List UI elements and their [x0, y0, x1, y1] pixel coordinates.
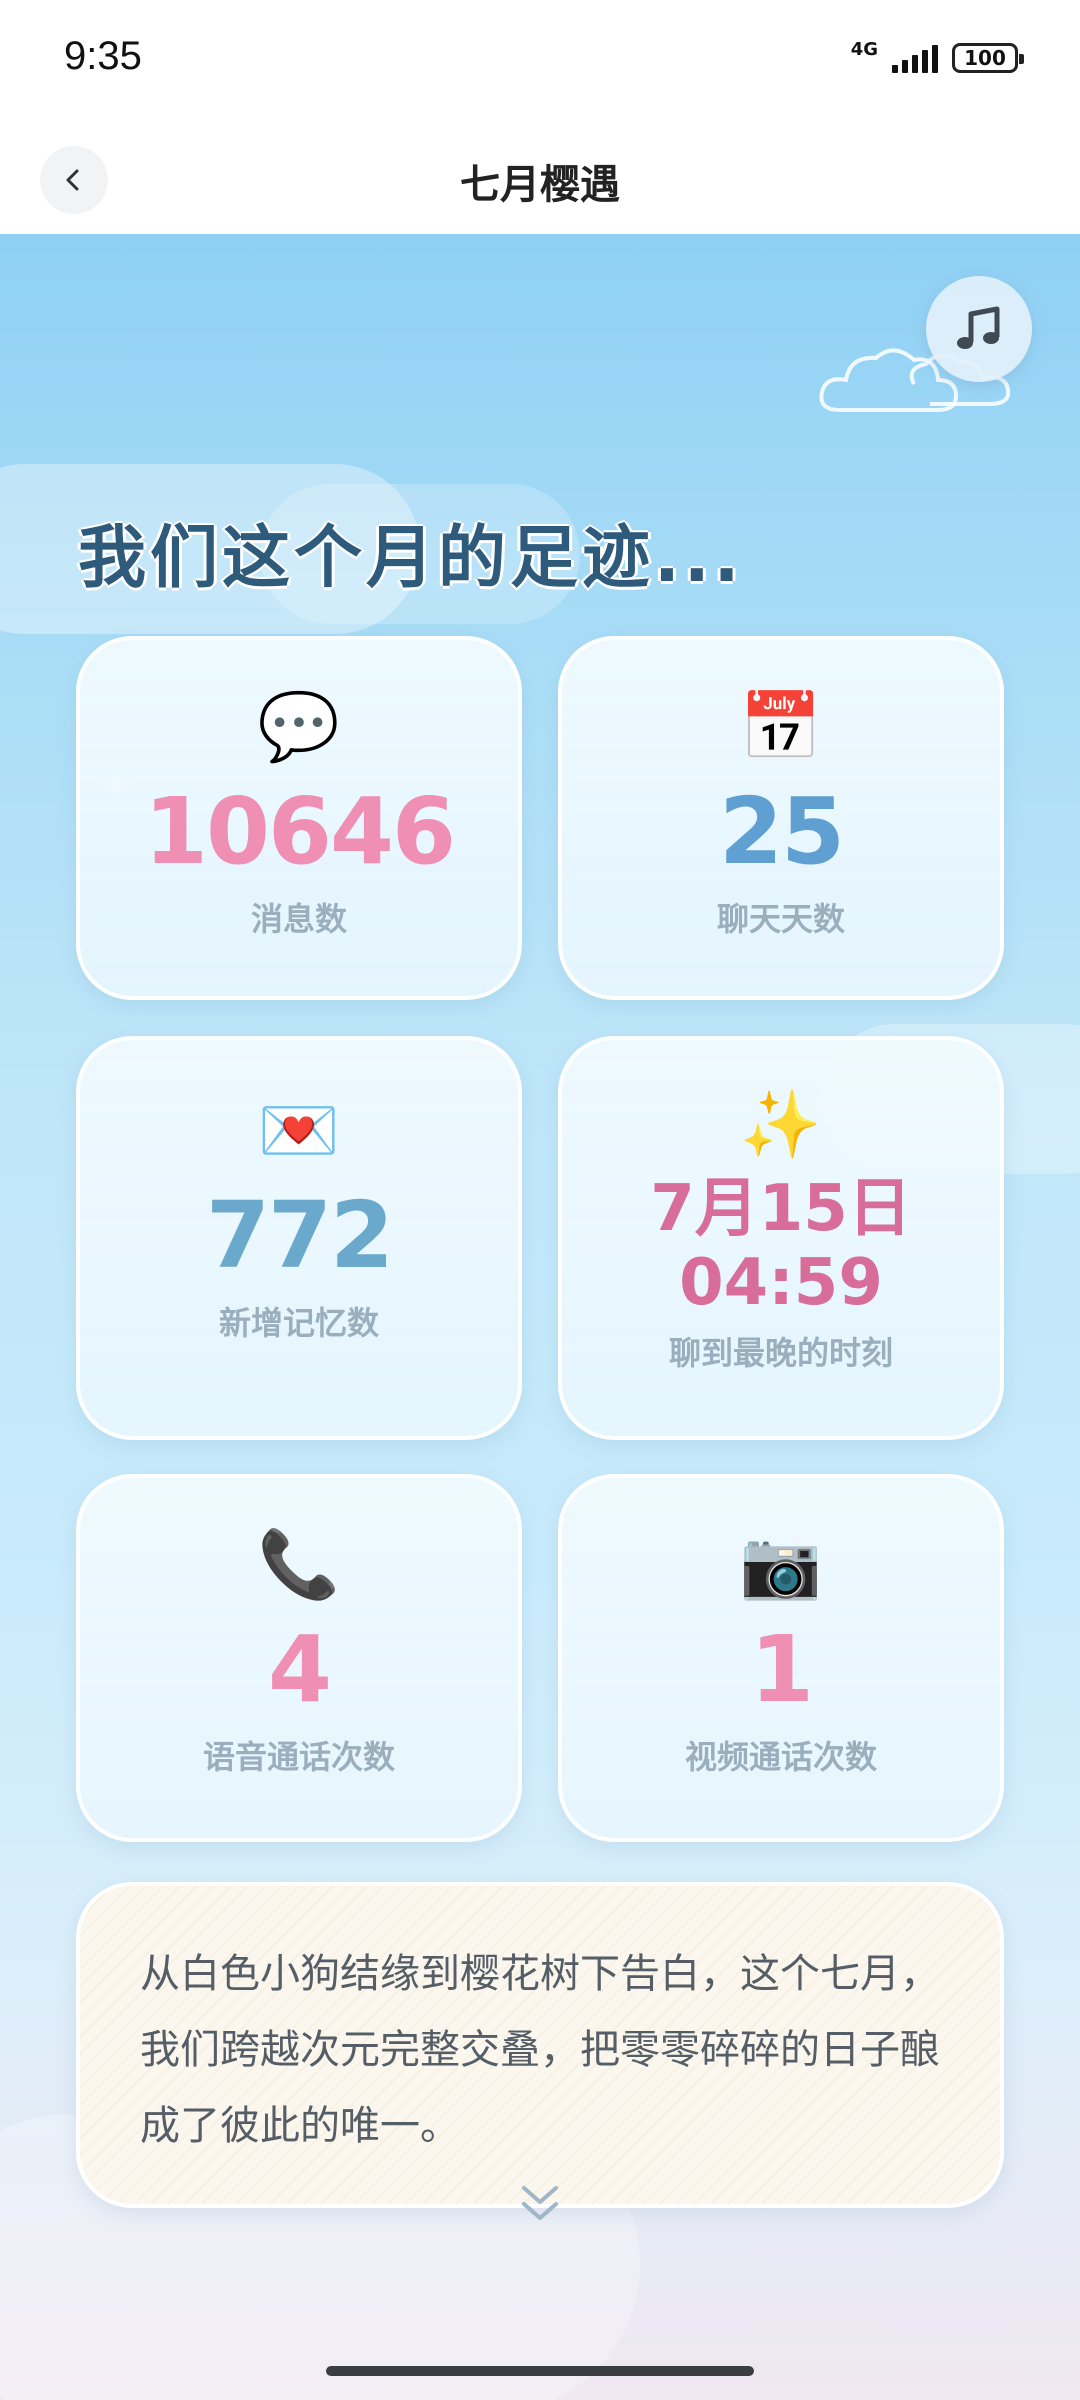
battery-level: 100: [964, 46, 1006, 70]
sparkles-icon: ✨: [739, 1086, 823, 1163]
story-card: 从白色小狗结缘到樱花树下告白，这个七月，我们跨越次元完整交叠，把零零碎碎的日子酿…: [76, 1882, 1004, 2208]
stat-label: 聊到最晚的时刻: [668, 1334, 893, 1372]
stat-card-video-calls: 📷 1 视频通话次数: [558, 1474, 1004, 1842]
stat-label: 新增记忆数: [218, 1304, 379, 1342]
status-icons: 4G 100: [850, 38, 1024, 78]
phone-icon: 📞: [257, 1526, 341, 1603]
chevron-down-icon[interactable]: [510, 2180, 570, 2230]
calendar-icon: 📅: [739, 688, 823, 765]
section-heading: 我们这个月的足迹...: [78, 519, 744, 598]
monthly-recap-scene[interactable]: 我们这个月的足迹... 💬 10646 消息数 📅 25 聊天天数 💌 772 …: [0, 234, 1080, 2400]
home-indicator[interactable]: [326, 2366, 754, 2376]
status-time: 9:35: [64, 34, 142, 78]
music-button[interactable]: [926, 276, 1032, 382]
signal-icon: [892, 43, 938, 73]
stat-card-messages: 💬 10646 消息数: [76, 636, 522, 1000]
stat-value: 10646: [143, 778, 456, 885]
stat-value-date: 7月15日: [650, 1172, 912, 1246]
stat-label: 语音通话次数: [202, 1738, 395, 1776]
stat-card-chat-days: 📅 25 聊天天数: [558, 636, 1004, 1000]
stat-value: 772: [205, 1182, 394, 1289]
status-bar: 9:35 4G 100: [0, 0, 1080, 120]
network-type: 4G: [850, 39, 878, 60]
stat-card-latest-time: ✨ 7月15日 04:59 聊到最晚的时刻: [558, 1036, 1004, 1440]
stat-label: 聊天天数: [716, 900, 845, 938]
battery-icon: 100: [952, 43, 1024, 73]
stat-value: 4: [267, 1616, 332, 1723]
camera-icon: 📷: [739, 1526, 823, 1603]
stat-card-voice-calls: 📞 4 语音通话次数: [76, 1474, 522, 1842]
stat-value: 1: [749, 1616, 814, 1723]
stat-value: 25: [718, 778, 845, 885]
story-text: 从白色小狗结缘到樱花树下告白，这个七月，我们跨越次元完整交叠，把零零碎碎的日子酿…: [140, 1951, 940, 2149]
nav-header: 七月樱遇: [0, 120, 1080, 234]
music-note-icon: [957, 306, 1000, 349]
stat-label: 消息数: [250, 900, 347, 938]
stat-card-new-memories: 💌 772 新增记忆数: [76, 1036, 522, 1440]
stat-label: 视频通话次数: [684, 1738, 877, 1776]
speech-bubble-icon: 💬: [257, 688, 341, 765]
page-title: 七月樱遇: [460, 162, 620, 208]
stat-value-time: 04:59: [679, 1246, 883, 1320]
love-letter-icon: 💌: [257, 1092, 341, 1169]
